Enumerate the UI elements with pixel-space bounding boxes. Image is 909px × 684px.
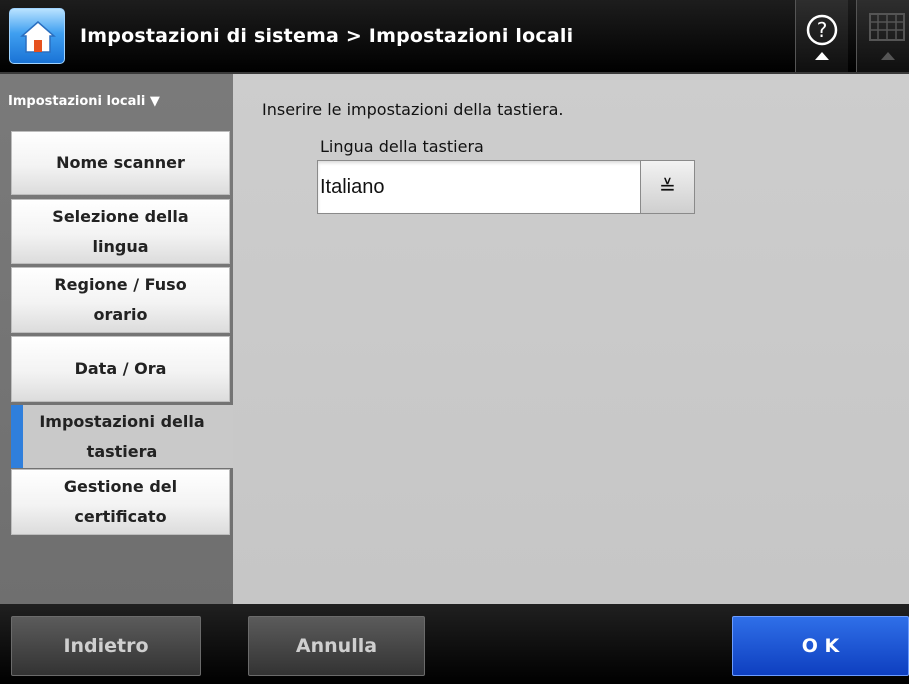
keyboard-icon — [869, 13, 905, 60]
sidebar-item-label: Data / Ora — [74, 359, 167, 378]
help-button[interactable]: ? — [795, 0, 848, 72]
sidebar-item-date-time[interactable]: Data / Ora — [11, 336, 230, 402]
sidebar-item-language[interactable]: Selezione della lingua — [11, 199, 230, 264]
keyboard-button[interactable] — [856, 0, 909, 72]
sidebar: Impostazioni locali ▼ Nome scanner Selez… — [0, 74, 233, 604]
footer-bar: Indietro Annulla O K — [0, 604, 909, 684]
home-button[interactable] — [9, 8, 65, 64]
instruction-text: Inserire le impostazioni della tastiera. — [262, 100, 564, 119]
back-button[interactable]: Indietro — [11, 616, 201, 676]
sidebar-item-scanner-name[interactable]: Nome scanner — [11, 131, 230, 195]
header-bar: Impostazioni di sistema > Impostazioni l… — [0, 0, 909, 74]
sidebar-item-region-timezone[interactable]: Regione / Fuso orario — [11, 267, 230, 333]
dropdown-button[interactable]: ≚ — [640, 161, 694, 213]
keyboard-language-label: Lingua della tastiera — [320, 137, 484, 156]
keyboard-language-select[interactable]: Italiano ≚ — [317, 160, 695, 214]
page-title: Impostazioni di sistema > Impostazioni l… — [80, 25, 574, 47]
cancel-button[interactable]: Annulla — [248, 616, 425, 676]
sidebar-item-certificate[interactable]: Gestione del certificato — [11, 469, 230, 535]
section-label[interactable]: Impostazioni locali ▼ — [8, 94, 160, 109]
ok-button[interactable]: O K — [732, 616, 909, 676]
sidebar-item-label: Impostazioni della tastiera — [39, 411, 205, 461]
svg-text:?: ? — [817, 18, 828, 42]
sidebar-item-keyboard-settings[interactable]: Impostazioni della tastiera — [11, 405, 233, 468]
sidebar-item-label: Selezione della lingua — [52, 206, 189, 256]
sidebar-item-label: Regione / Fuso orario — [54, 275, 187, 324]
home-icon — [20, 21, 56, 53]
sidebar-item-label: Gestione del certificato — [63, 477, 178, 526]
main-content: Inserire le impostazioni della tastiera.… — [233, 74, 909, 604]
selected-value: Italiano — [320, 176, 385, 198]
sidebar-item-label: Nome scanner — [56, 153, 185, 172]
active-indicator — [11, 405, 23, 468]
help-icon: ? — [806, 14, 838, 60]
dropdown-arrow-icon: ≚ — [659, 175, 676, 199]
